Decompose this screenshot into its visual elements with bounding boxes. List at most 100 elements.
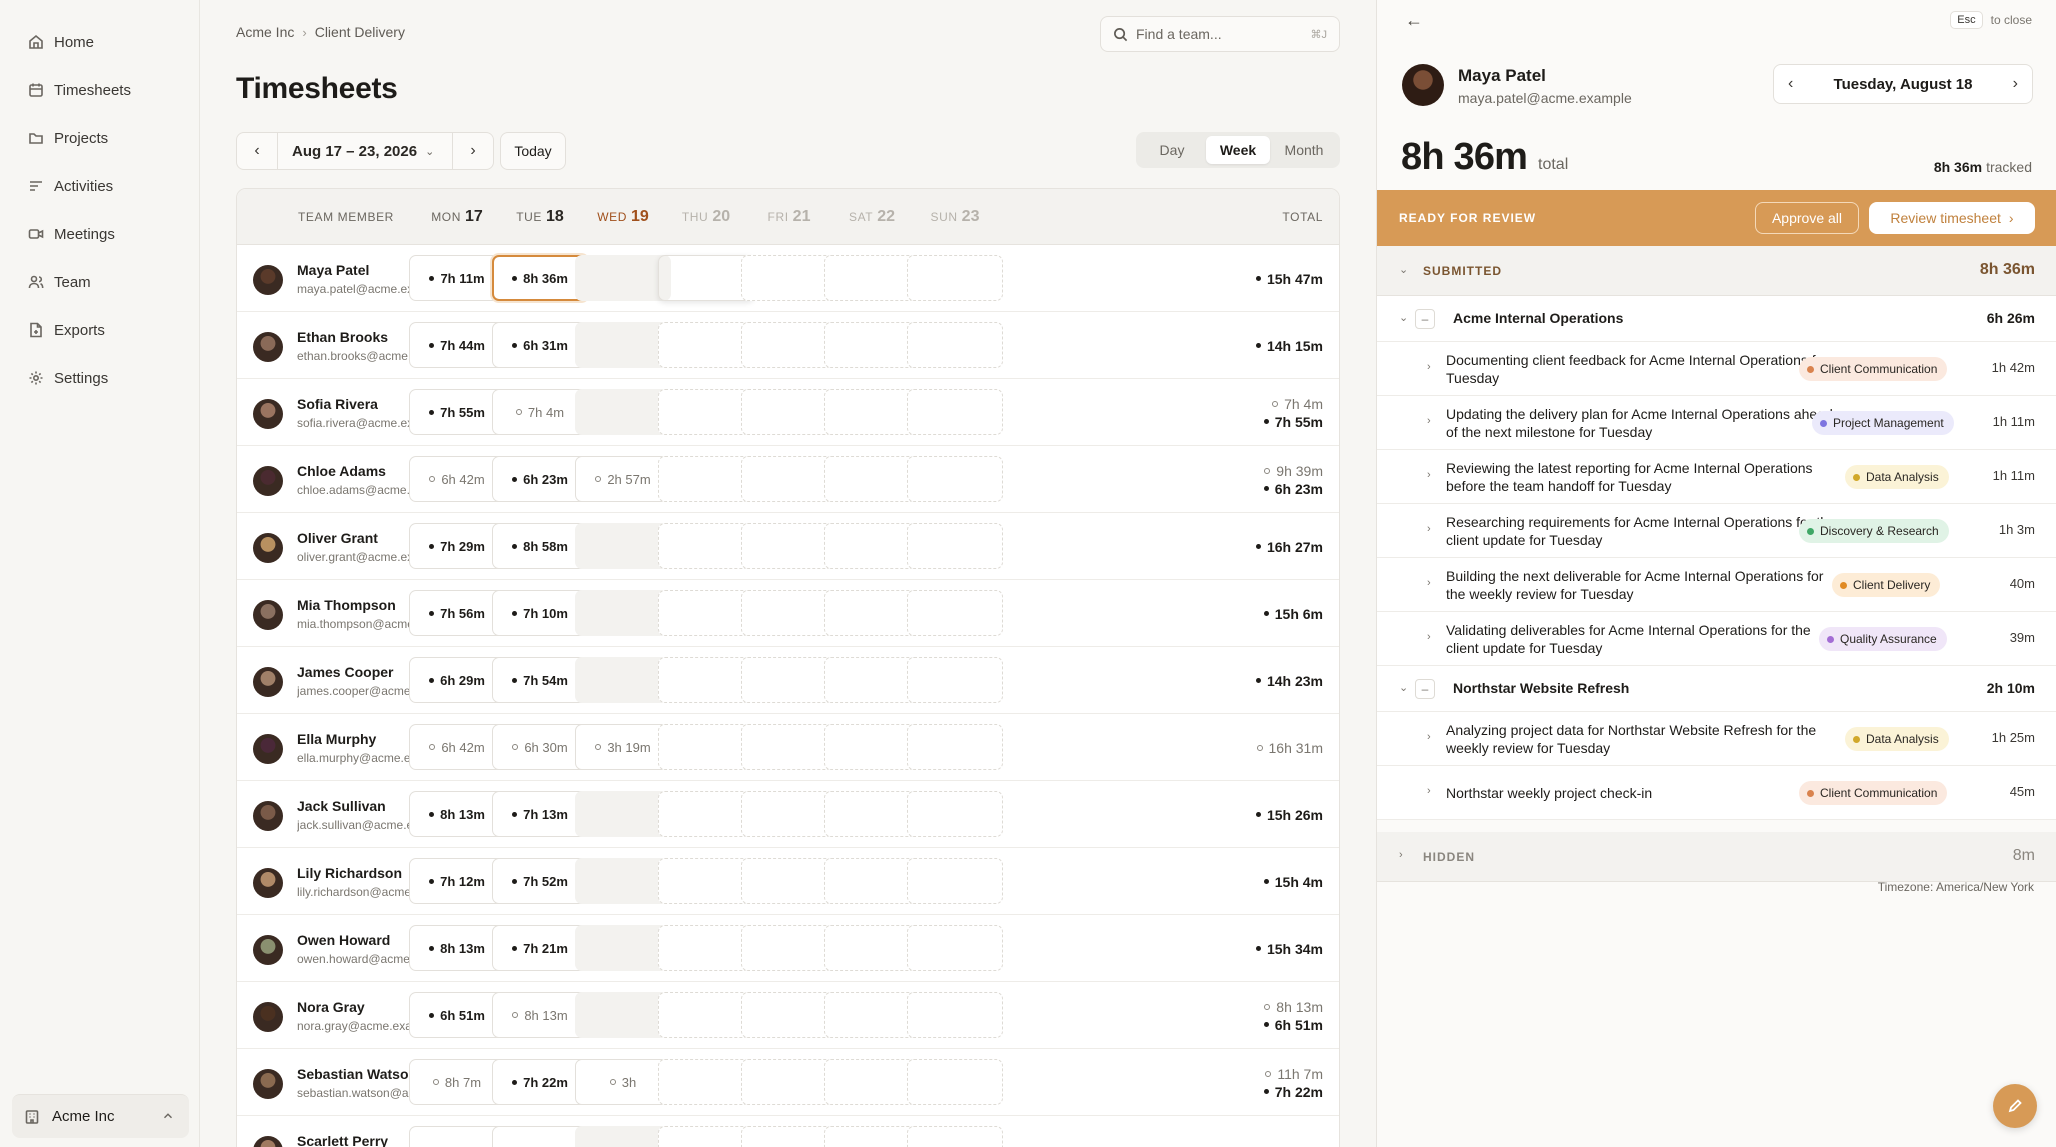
esc-key[interactable]: Esc bbox=[1950, 11, 1983, 29]
cell-fri[interactable] bbox=[741, 389, 837, 435]
cell-sat[interactable] bbox=[824, 389, 920, 435]
cell-sun[interactable] bbox=[907, 523, 1003, 569]
cell-sun[interactable] bbox=[907, 858, 1003, 904]
table-row[interactable]: Sebastian Watsonsebastian.watson@acme.ex… bbox=[237, 1049, 1339, 1116]
activity-tag[interactable]: Client Communication bbox=[1799, 781, 1948, 805]
cell-fri[interactable] bbox=[741, 255, 837, 301]
table-row[interactable]: Mia Thompsonmia.thompson@acme.example7h … bbox=[237, 580, 1339, 647]
cell-sun[interactable] bbox=[907, 255, 1003, 301]
cell-sun[interactable] bbox=[907, 791, 1003, 837]
cell-wed[interactable] bbox=[575, 523, 671, 569]
table-row[interactable]: Maya Patel maya.patel@acme.example 7h 11m 8… bbox=[237, 245, 1339, 312]
breadcrumb-team[interactable]: Client Delivery bbox=[315, 24, 405, 40]
table-row[interactable]: Ella Murphy ella.murphy@acme.example 6h 42… bbox=[237, 714, 1339, 781]
cell-mon[interactable] bbox=[409, 1126, 505, 1147]
cell-sat[interactable] bbox=[824, 456, 920, 502]
cell-fri[interactable] bbox=[741, 992, 837, 1038]
project-checkbox[interactable]: – bbox=[1415, 679, 1435, 699]
cell-sat[interactable] bbox=[824, 590, 920, 636]
cell-thu[interactable] bbox=[658, 858, 754, 904]
cell-fri[interactable] bbox=[741, 523, 837, 569]
cell-thu[interactable] bbox=[658, 657, 754, 703]
table-row[interactable]: Oliver Grant oliver.grant@acme.example 7h … bbox=[237, 513, 1339, 580]
activity-tag[interactable]: Client Communication bbox=[1799, 357, 1948, 381]
cell-wed[interactable] bbox=[575, 791, 671, 837]
cell-sat[interactable] bbox=[824, 657, 920, 703]
cell-tue[interactable]: 7h 21m bbox=[492, 925, 588, 971]
cell-sun[interactable] bbox=[907, 456, 1003, 502]
cell-fri[interactable] bbox=[741, 1059, 837, 1105]
cell-thu[interactable] bbox=[658, 389, 754, 435]
activity-tag[interactable]: Discovery & Research bbox=[1799, 519, 1949, 543]
sidebar-item-settings[interactable]: Settings bbox=[0, 354, 199, 402]
cell-tue[interactable] bbox=[492, 1126, 588, 1147]
prev-day-button[interactable]: ‹ bbox=[1788, 75, 1793, 93]
cell-wed[interactable] bbox=[575, 1126, 671, 1147]
cell-mon[interactable]: 6h 42m bbox=[409, 724, 505, 770]
cell-thu[interactable] bbox=[658, 992, 754, 1038]
cell-mon[interactable]: 8h 13m bbox=[409, 791, 505, 837]
cell-mon[interactable]: 6h 51m bbox=[409, 992, 505, 1038]
cell-fri[interactable] bbox=[741, 456, 837, 502]
activity-row[interactable]: › Updating the delivery plan for Acme In… bbox=[1377, 396, 2056, 450]
cell-tue[interactable]: 6h 23m bbox=[492, 456, 588, 502]
cell-sat[interactable] bbox=[824, 255, 920, 301]
activity-row[interactable]: › Analyzing project data for Northstar W… bbox=[1377, 712, 2056, 766]
view-month[interactable]: Month bbox=[1272, 136, 1336, 164]
next-week-button[interactable]: › bbox=[453, 133, 493, 169]
cell-wed[interactable] bbox=[575, 657, 671, 703]
sidebar-item-timesheets[interactable]: Timesheets bbox=[0, 66, 199, 114]
cell-fri[interactable] bbox=[741, 657, 837, 703]
cell-tue[interactable]: 6h 31m bbox=[492, 322, 588, 368]
cell-wed[interactable] bbox=[575, 389, 671, 435]
next-day-button[interactable]: › bbox=[2013, 75, 2018, 93]
cell-thu[interactable] bbox=[658, 724, 754, 770]
hidden-section[interactable]: › HIDDEN 8m bbox=[1377, 832, 2056, 882]
activity-tag[interactable]: Data Analysis bbox=[1845, 465, 1949, 489]
table-row[interactable]: Sofia Rivera sofia.rivera@acme.example 7h … bbox=[237, 379, 1339, 446]
activity-row[interactable]: › Northstar weekly project check-in Clie… bbox=[1377, 766, 2056, 820]
cell-sat[interactable] bbox=[824, 858, 920, 904]
cell-mon[interactable]: 7h 12m bbox=[409, 858, 505, 904]
search-input[interactable]: Find a team... ⌘J bbox=[1100, 16, 1340, 52]
sidebar-item-team[interactable]: Team bbox=[0, 258, 199, 306]
activity-row[interactable]: › Reviewing the latest reporting for Acm… bbox=[1377, 450, 2056, 504]
review-timesheet-button[interactable]: Review timesheet › bbox=[1869, 202, 2035, 234]
cell-sat[interactable] bbox=[824, 322, 920, 368]
cell-sun[interactable] bbox=[907, 992, 1003, 1038]
cell-wed[interactable] bbox=[575, 590, 671, 636]
activity-tag[interactable]: Client Delivery bbox=[1832, 573, 1941, 597]
cell-fri[interactable] bbox=[741, 322, 837, 368]
table-row[interactable]: Ethan Brooks ethan.brooks@acme.example 7h … bbox=[237, 312, 1339, 379]
project-group[interactable]: ⌄ – Acme Internal Operations 6h 26m bbox=[1377, 296, 2056, 342]
cell-mon[interactable]: 7h 55m bbox=[409, 389, 505, 435]
cell-mon[interactable]: 8h 13m bbox=[409, 925, 505, 971]
cell-wed[interactable] bbox=[575, 992, 671, 1038]
cell-mon[interactable]: 8h 7m bbox=[409, 1059, 505, 1105]
activity-row[interactable]: › Building the next deliverable for Acme… bbox=[1377, 558, 2056, 612]
cell-tue[interactable]: 7h 10m bbox=[492, 590, 588, 636]
view-week[interactable]: Week bbox=[1206, 136, 1270, 164]
table-row[interactable]: Owen Howard owen.howard@acme.example 8h 13… bbox=[237, 915, 1339, 982]
cell-fri[interactable] bbox=[741, 724, 837, 770]
prev-week-button[interactable]: ‹ bbox=[237, 133, 277, 169]
cell-mon[interactable]: 7h 11m bbox=[409, 255, 505, 301]
cell-wed[interactable]: 3h 19m bbox=[575, 724, 671, 770]
cell-thu[interactable] bbox=[658, 456, 754, 502]
cell-thu[interactable] bbox=[658, 791, 754, 837]
table-row[interactable]: James Cooperjames.cooper@acme.example6h … bbox=[237, 647, 1339, 714]
sidebar-item-exports[interactable]: Exports bbox=[0, 306, 199, 354]
cell-thu[interactable] bbox=[658, 1126, 754, 1147]
today-button[interactable]: Today bbox=[500, 132, 566, 170]
activity-tag[interactable]: Data Analysis bbox=[1845, 727, 1949, 751]
cell-mon[interactable]: 6h 29m bbox=[409, 657, 505, 703]
cell-wed[interactable]: 3h bbox=[575, 1059, 671, 1105]
view-day[interactable]: Day bbox=[1140, 136, 1204, 164]
cell-tue[interactable]: 7h 54m bbox=[492, 657, 588, 703]
cell-fri[interactable] bbox=[741, 590, 837, 636]
cell-tue[interactable]: 7h 22m bbox=[492, 1059, 588, 1105]
org-switcher[interactable]: Acme Inc bbox=[12, 1094, 189, 1138]
cell-thu[interactable] bbox=[658, 523, 754, 569]
cell-sat[interactable] bbox=[824, 724, 920, 770]
activity-row[interactable]: › Researching requirements for Acme Inte… bbox=[1377, 504, 2056, 558]
